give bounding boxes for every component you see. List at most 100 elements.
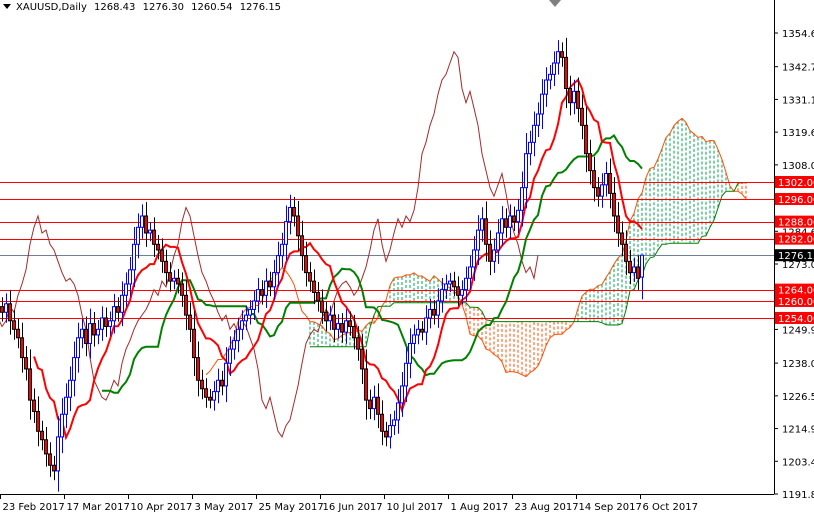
candle [200,369,204,400]
candle-body [168,272,172,282]
candle [92,312,96,347]
candle-body [28,368,32,401]
candle-body [228,348,232,364]
candle-body [256,289,260,302]
x-tick-label: 10 Apr 2017 [131,502,193,513]
candle-body [92,323,96,336]
candle [556,40,560,75]
candle-body [280,243,284,257]
candle [444,274,448,299]
candle [136,213,140,259]
candle [64,383,68,429]
candle-body [336,323,340,330]
candle-body [552,62,556,75]
candle [600,173,604,208]
candle [248,300,252,325]
candle-body [416,328,420,336]
candle-body [264,280,268,296]
candle [188,302,192,343]
candle [20,322,24,373]
candle-body [456,286,460,296]
candle [72,341,76,397]
candle [488,230,492,276]
candle [628,249,632,285]
x-tick-label: 1 Aug 2017 [451,502,509,513]
x-tick-label: 23 Feb 2017 [3,502,65,513]
candle-body [492,249,496,262]
candle-body [108,320,112,327]
candle [640,254,644,300]
candle-body [72,357,76,381]
ichimoku-lines [0,50,643,441]
candle-body [316,291,320,302]
candle-body [404,362,408,387]
candle [100,306,104,341]
candle-body [124,283,128,296]
candle-body [156,243,160,251]
x-tick-label: 10 Jul 2017 [387,502,444,513]
candle-body [44,439,48,455]
price-chart[interactable]: 1354.601342.701331.151319.601308.051284.… [0,0,814,514]
candle [56,416,60,492]
candle [532,111,536,157]
candle [416,319,420,345]
senkou-span-b-line [310,182,746,348]
candle [36,396,40,447]
candle [308,262,312,292]
candle-body [284,221,288,245]
candle-body [628,260,632,274]
candle-body [88,323,92,344]
candle-body [328,314,332,322]
candle [304,241,308,287]
candle [384,421,388,447]
candle-body [620,232,624,245]
candle [256,278,260,313]
candle [16,318,20,349]
candle-body [452,280,456,288]
candle-body [112,306,116,322]
candle [424,305,428,345]
candle-body [324,311,328,322]
candle [380,400,384,446]
chart-shift-marker-icon[interactable] [549,0,561,7]
candle-body [232,340,236,350]
candle [216,368,220,404]
candle-body [40,430,44,441]
candle [536,102,540,137]
candle-body [380,413,384,432]
candle [584,106,588,173]
candle [260,280,264,305]
candle-body [164,260,168,274]
candle-body [320,300,324,313]
current-price-tag: 1276.15 [778,251,814,262]
candle-body [604,172,608,186]
candle-body [640,254,644,278]
candle-body [528,141,532,155]
candle [568,75,572,116]
candle-body [140,215,144,228]
x-tick-label: 6 Oct 2017 [643,502,698,513]
y-tick-label: 1319.60 [782,128,814,139]
candle [116,297,120,322]
candle [328,305,332,331]
candle-body [632,266,636,274]
candle [164,249,168,285]
level-price-tag: 1288.00 [778,218,814,229]
candle [80,318,84,349]
candle [336,314,340,339]
candle [596,177,600,207]
candle-body [388,425,392,438]
candle-body [216,379,220,393]
y-tick-label: 1308.05 [782,161,814,172]
y-tick-label: 1249.95 [782,325,814,336]
candle [340,313,344,343]
candle-body [584,124,588,155]
candle-body [480,218,484,231]
candle [592,156,596,202]
candle [324,301,328,332]
candle-body [24,357,28,370]
candle-body [564,56,568,90]
candle [548,65,552,90]
x-tick-label: 17 Mar 2017 [67,502,130,513]
candle-body [128,269,132,285]
